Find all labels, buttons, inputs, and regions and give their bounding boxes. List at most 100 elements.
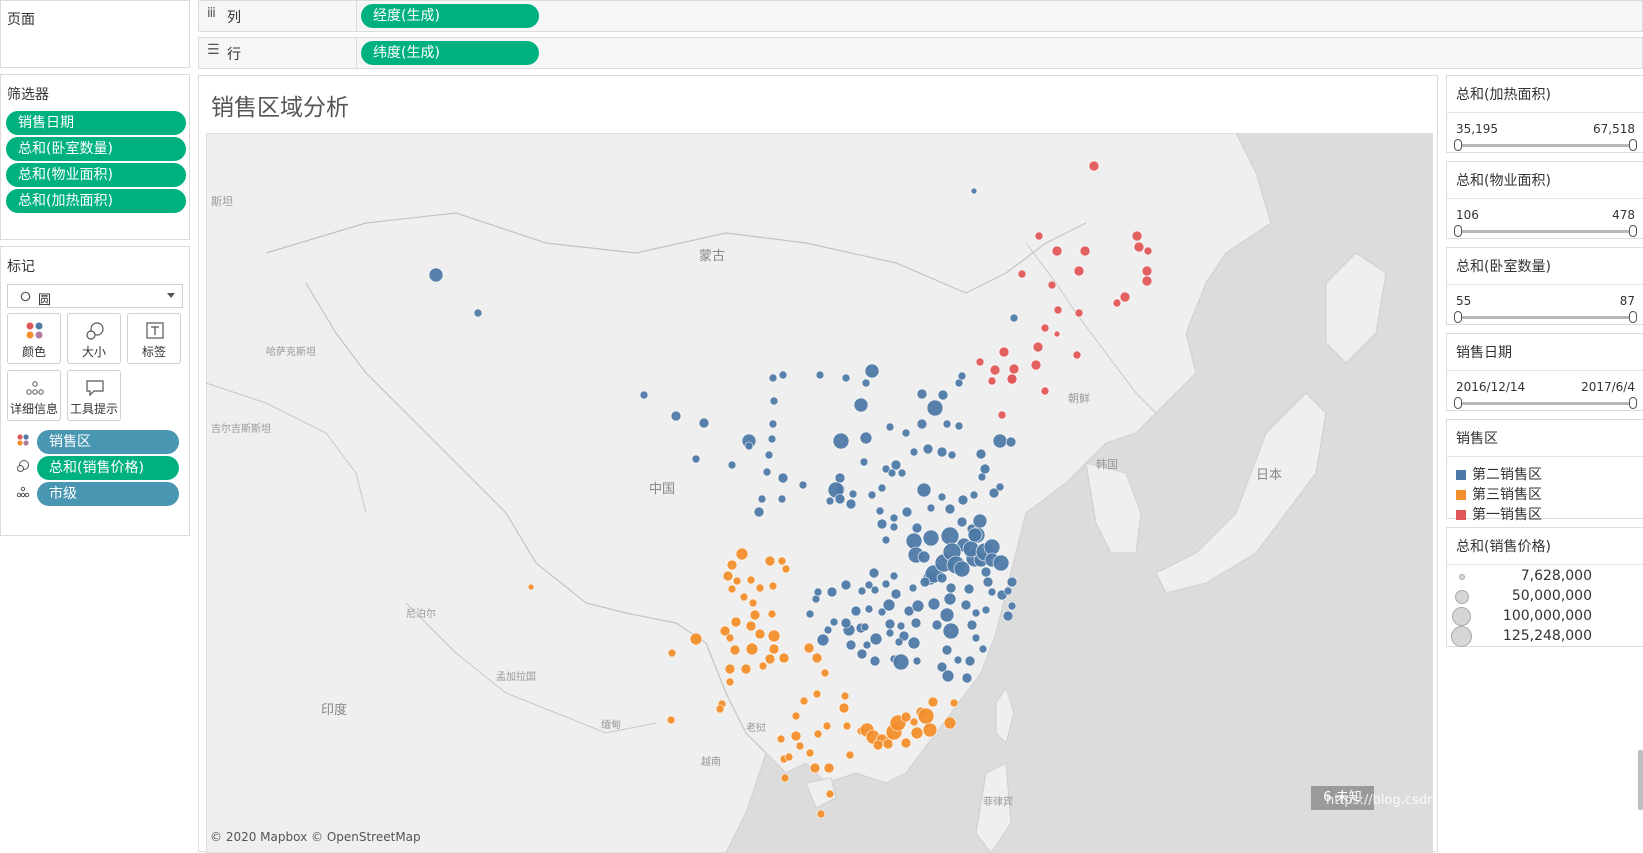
- city-point[interactable]: [777, 472, 789, 484]
- city-point[interactable]: [1112, 298, 1122, 308]
- city-point[interactable]: [954, 421, 964, 431]
- city-point[interactable]: [768, 419, 778, 429]
- range-slider-max-handle[interactable]: [1629, 139, 1637, 151]
- mark-type-dropdown[interactable]: 圆: [7, 284, 183, 308]
- city-point[interactable]: [963, 583, 975, 595]
- city-point[interactable]: [1017, 269, 1027, 279]
- city-point[interactable]: [840, 691, 850, 701]
- city-point[interactable]: [825, 789, 835, 799]
- city-point[interactable]: [862, 640, 872, 650]
- city-point[interactable]: [754, 628, 766, 640]
- city-point[interactable]: [1141, 275, 1153, 287]
- city-point[interactable]: [957, 494, 969, 506]
- marks-field-sales-region[interactable]: 销售区: [37, 430, 179, 454]
- city-point[interactable]: [840, 579, 852, 591]
- city-point[interactable]: [832, 432, 850, 450]
- city-point[interactable]: [768, 373, 778, 383]
- filter-card-heated-area[interactable]: 总和(加热面积) 35,195 67,518: [1446, 75, 1643, 153]
- city-point[interactable]: [1133, 241, 1145, 253]
- city-point[interactable]: [975, 448, 987, 460]
- city-point[interactable]: [473, 308, 483, 318]
- city-point[interactable]: [860, 622, 870, 632]
- city-point[interactable]: [897, 468, 907, 478]
- city-point[interactable]: [727, 584, 737, 594]
- label-button[interactable]: 标签: [127, 313, 181, 364]
- city-point[interactable]: [829, 617, 839, 627]
- city-point[interactable]: [901, 506, 913, 518]
- city-point[interactable]: [739, 592, 749, 602]
- city-point[interactable]: [1002, 610, 1014, 622]
- city-point[interactable]: [995, 482, 1005, 492]
- city-point[interactable]: [894, 637, 904, 647]
- city-point[interactable]: [997, 410, 1007, 420]
- city-point[interactable]: [845, 498, 857, 510]
- city-point[interactable]: [877, 483, 887, 493]
- city-point[interactable]: [841, 373, 851, 383]
- city-point[interactable]: [823, 762, 835, 774]
- city-point[interactable]: [730, 616, 742, 628]
- city-point[interactable]: [889, 571, 899, 581]
- range-slider-min-handle[interactable]: [1454, 225, 1462, 237]
- city-point[interactable]: [1005, 436, 1017, 448]
- city-point[interactable]: [942, 419, 952, 429]
- city-point[interactable]: [937, 389, 949, 401]
- city-point[interactable]: [966, 619, 978, 631]
- legend-item[interactable]: 第一销售区: [1456, 504, 1542, 524]
- range-slider-min-handle[interactable]: [1454, 139, 1462, 151]
- city-point[interactable]: [1053, 330, 1061, 338]
- city-point[interactable]: [867, 490, 877, 500]
- city-point[interactable]: [916, 418, 928, 430]
- city-point[interactable]: [1032, 341, 1044, 353]
- city-point[interactable]: [1006, 373, 1018, 385]
- city-point[interactable]: [884, 618, 896, 630]
- city-point[interactable]: [825, 496, 835, 506]
- city-point[interactable]: [767, 434, 777, 444]
- city-point[interactable]: [820, 668, 830, 678]
- city-point[interactable]: [889, 522, 899, 532]
- city-point[interactable]: [900, 711, 912, 723]
- city-point[interactable]: [811, 652, 823, 664]
- city-point[interactable]: [767, 609, 777, 619]
- city-point[interactable]: [1006, 576, 1018, 588]
- city-point[interactable]: [964, 655, 976, 667]
- city-point[interactable]: [939, 607, 955, 623]
- city-point[interactable]: [905, 532, 923, 550]
- city-point[interactable]: [803, 642, 815, 654]
- city-point[interactable]: [869, 655, 881, 667]
- city-point[interactable]: [822, 721, 832, 731]
- city-point[interactable]: [744, 441, 754, 451]
- city-point[interactable]: [916, 482, 932, 498]
- city-point[interactable]: [889, 513, 899, 523]
- city-point[interactable]: [1040, 323, 1050, 333]
- city-point[interactable]: [987, 587, 997, 597]
- city-point[interactable]: [727, 460, 737, 470]
- city-point[interactable]: [971, 608, 981, 618]
- city-point[interactable]: [813, 729, 823, 739]
- city-point[interactable]: [868, 567, 880, 579]
- city-point[interactable]: [780, 773, 790, 783]
- city-point[interactable]: [911, 599, 925, 613]
- range-slider-max-handle[interactable]: [1629, 225, 1637, 237]
- city-point[interactable]: [813, 587, 823, 597]
- city-point[interactable]: [784, 752, 794, 762]
- city-point[interactable]: [816, 633, 830, 647]
- city-point[interactable]: [746, 575, 756, 585]
- city-point[interactable]: [910, 617, 922, 629]
- city-point[interactable]: [670, 410, 682, 422]
- city-point[interactable]: [977, 472, 987, 482]
- city-point[interactable]: [1047, 280, 1057, 290]
- city-point[interactable]: [809, 762, 821, 774]
- tooltip-button[interactable]: 工具提示: [67, 370, 121, 421]
- city-point[interactable]: [869, 632, 883, 646]
- city-point[interactable]: [872, 739, 884, 751]
- city-point[interactable]: [715, 704, 725, 714]
- city-point[interactable]: [876, 518, 888, 530]
- city-point[interactable]: [992, 433, 1008, 449]
- city-point[interactable]: [805, 609, 815, 619]
- marks-field-city[interactable]: 市级: [37, 482, 179, 506]
- city-point[interactable]: [799, 696, 809, 706]
- city-point[interactable]: [1131, 230, 1143, 242]
- city-point[interactable]: [970, 187, 978, 195]
- city-point[interactable]: [926, 399, 944, 417]
- city-point[interactable]: [769, 396, 779, 406]
